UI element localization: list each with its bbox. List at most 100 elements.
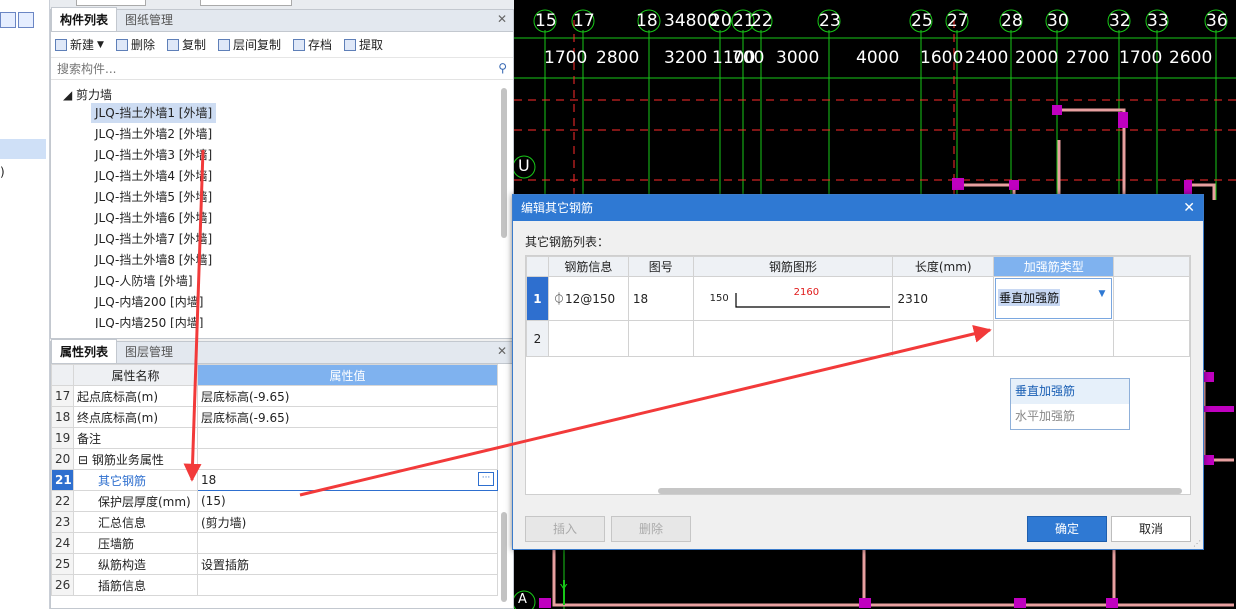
col-header-name: 属性名称 (73, 364, 198, 386)
dimension-label: 1600 (920, 48, 964, 68)
collapse-icon[interactable]: ⊟ (78, 453, 92, 467)
col-header-type: 加强筋类型 (993, 256, 1115, 277)
header-blank (1113, 256, 1190, 277)
properties-table: 属性名称 属性值 17 起点底标高(m) 层底标高(-9.65) 18 终点底标高(m… (51, 364, 498, 596)
insert-button[interactable]: 插入 (525, 516, 605, 542)
axis-label: 36 (1206, 11, 1228, 31)
chevron-down-icon: ▼ (97, 39, 104, 50)
grid-view-icon[interactable] (18, 12, 34, 28)
table-row[interactable]: 2 (526, 320, 1190, 357)
search-bar: ⚲ (51, 58, 513, 80)
dimension-label: 700 (732, 48, 765, 68)
top-field-1[interactable] (76, 0, 146, 6)
save-icon (292, 38, 305, 51)
chevron-down-icon[interactable]: ▼ (1098, 289, 1105, 299)
ellipsis-button[interactable]: ··· (478, 472, 494, 486)
dropdown-option-horizontal[interactable]: 水平加强筋 (1011, 404, 1129, 429)
tree-item[interactable]: JLQ-挡土外墙2 [外墙] (91, 124, 216, 144)
tab-properties[interactable]: 属性列表 (51, 339, 118, 363)
rebar-list-label: 其它钢筋列表： (525, 235, 610, 249)
save-button[interactable]: 存档 (292, 36, 332, 53)
table-row[interactable]: 23 汇总信息 (剪力墙) (51, 511, 498, 533)
close-icon[interactable]: ✕ (1183, 195, 1195, 221)
tree-item[interactable]: JLQ-挡土外墙3 [外墙] (91, 145, 216, 165)
table-row[interactable]: 17 起点底标高(m) 层底标高(-9.65) (51, 385, 498, 407)
list-view-icon[interactable] (0, 12, 16, 28)
tree-item[interactable]: JLQ-挡土外墙5 [外墙] (91, 187, 216, 207)
table-row[interactable]: 19 备注 (51, 427, 498, 449)
search-icon[interactable]: ⚲ (498, 61, 507, 75)
floor-copy-button[interactable]: 层间复制 (217, 36, 281, 53)
rebar-info-cell[interactable]: ⏀12@150 (547, 276, 629, 321)
nav-item-fragment: ) (0, 165, 5, 179)
tree-item[interactable]: JLQ-人防墙 [外墙] (91, 271, 197, 291)
close-icon[interactable]: ✕ (497, 12, 507, 26)
copy-button[interactable]: 复制 (166, 36, 206, 53)
left-sidebar: ) (0, 0, 50, 609)
table-row[interactable]: 24 压墙筋 (51, 532, 498, 554)
table-row[interactable]: 22 保护层厚度(mm) (15) (51, 490, 498, 512)
axis-label: 20 (710, 11, 732, 31)
axis-label: 30 (1047, 11, 1069, 31)
new-button[interactable]: 新建 ▼ (55, 36, 104, 53)
properties-panel: 属性列表 图层管理 ✕ 属性名称 属性值 17 起点底标高(m) 层底标高(-9.6… (50, 339, 514, 609)
resize-grip-icon[interactable]: ⋰ (1193, 539, 1201, 548)
tab-component-list[interactable]: 构件列表 (51, 7, 118, 31)
type-select[interactable]: 垂直加强筋 ▼ (993, 276, 1115, 321)
tree-item[interactable]: JLQ-挡土外墙8 [外墙] (91, 250, 216, 270)
axis-label: 15 (535, 11, 557, 31)
copy-icon (166, 38, 179, 51)
properties-scrollbar[interactable] (501, 512, 507, 602)
tree-item[interactable]: JLQ-挡土外墙1 [外墙] (91, 103, 217, 123)
tree-item[interactable]: JLQ-挡土外墙4 [外墙] (91, 166, 216, 186)
dimension-label: 4000 (856, 48, 900, 68)
dimension-label: 1700 (544, 48, 588, 68)
delete-icon (115, 38, 128, 51)
dimension-label: 2400 (965, 48, 1009, 68)
tree-item[interactable]: JLQ-挡土外墙7 [外墙] (91, 229, 216, 249)
close-icon[interactable]: ✕ (497, 344, 507, 358)
dimension-label: 2000 (1015, 48, 1059, 68)
delete-button[interactable]: 删除 (115, 36, 155, 53)
axis-label: 32 (1109, 11, 1131, 31)
tree-item[interactable]: JLQ-挡土外墙6 [外墙] (91, 208, 216, 228)
type-dropdown-list: 垂直加强筋 水平加强筋 (1010, 378, 1130, 430)
extract-button[interactable]: 提取 (344, 36, 383, 53)
figure-no-cell[interactable]: 18 (627, 276, 694, 321)
delete-row-button[interactable]: 删除 (611, 516, 691, 542)
row-axis-label: U (518, 156, 530, 175)
top-field-2[interactable] (200, 0, 292, 6)
rebar-shape-cell[interactable]: 150 2160 (692, 276, 894, 321)
ok-button[interactable]: 确定 (1027, 516, 1107, 542)
cancel-button[interactable]: 取消 (1111, 516, 1191, 542)
tab-drawing-manage[interactable]: 图纸管理 (117, 8, 181, 31)
dropdown-option-vertical[interactable]: 垂直加强筋 (1011, 379, 1129, 404)
tree-item[interactable]: JLQ-内墙200 [内墙] (91, 292, 207, 312)
horizontal-scrollbar[interactable] (658, 488, 1182, 494)
table-row[interactable]: 26 插筋信息 (51, 574, 498, 596)
tree-scrollbar[interactable] (501, 88, 507, 238)
dialog-title-bar: 编辑其它钢筋 ✕ (513, 195, 1203, 221)
table-row[interactable]: 18 终点底标高(m) 层底标高(-9.65) (51, 406, 498, 428)
empty-cell (1113, 276, 1190, 321)
selected-nav-item[interactable] (0, 139, 46, 159)
length-cell[interactable]: 2310 (892, 276, 995, 321)
tree-item[interactable]: JLQ-内墙250 [内墙] (91, 313, 207, 328)
component-toolbar: 新建 ▼ 删除 复制 层间复制 存档 提取 (51, 32, 513, 58)
tab-layer-manage[interactable]: 图层管理 (117, 340, 181, 363)
search-input[interactable] (55, 60, 475, 77)
tree-parent-node[interactable]: ◢ 剪力墙 (63, 86, 112, 103)
other-rebar-value[interactable]: 18 (201, 473, 216, 487)
rebar-table: 钢筋信息 图号 钢筋图形 长度(mm) 加强筋类型 1 ⏀12@150 18 1… (526, 256, 1190, 357)
table-row-active[interactable]: 21 其它钢筋 18 ··· (51, 469, 498, 491)
axis-label: 33 (1147, 11, 1169, 31)
new-icon (55, 38, 67, 51)
table-row[interactable]: 1 ⏀12@150 18 150 2160 2310 垂直加强筋 ▼ (526, 276, 1190, 321)
view-icons (0, 12, 34, 28)
header-blank (51, 364, 74, 386)
dialog-title: 编辑其它钢筋 (521, 201, 594, 215)
component-panel-tabs: 构件列表 图纸管理 ✕ (51, 7, 513, 32)
table-row[interactable]: 25 纵筋构造 设置插筋 (51, 553, 498, 575)
axis-label: 18 (636, 11, 658, 31)
table-row[interactable]: 20 ⊟ 钢筋业务属性 (51, 448, 498, 470)
